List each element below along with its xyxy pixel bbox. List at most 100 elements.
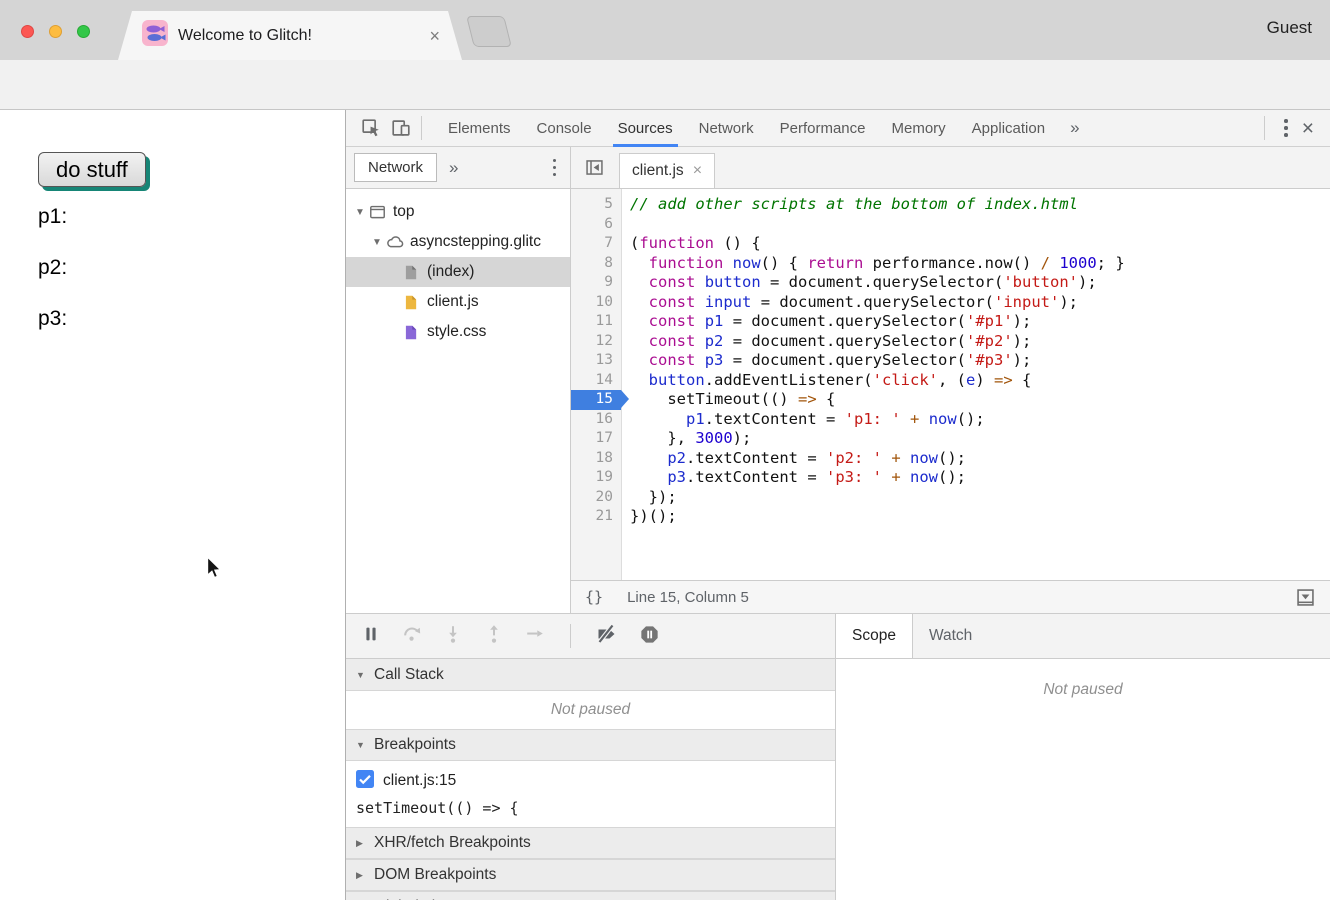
line-number[interactable]: 14 — [571, 371, 621, 391]
section-dom-breakpoints[interactable]: ▶DOM Breakpoints — [346, 859, 835, 891]
breakpoint-marker[interactable]: 15 — [571, 390, 621, 410]
editor-tab-label: client.js — [632, 162, 684, 180]
tree-item-style-css[interactable]: style.css — [346, 317, 570, 347]
tab-close-icon[interactable]: × — [429, 27, 440, 45]
tab-application[interactable]: Application — [959, 110, 1058, 147]
line-number[interactable]: 7 — [571, 234, 621, 254]
paragraph-p1: p1: — [38, 205, 67, 227]
line-number[interactable]: 12 — [571, 332, 621, 352]
tab-elements[interactable]: Elements — [435, 110, 524, 147]
pause-on-exceptions-icon[interactable] — [638, 623, 661, 650]
line-number[interactable]: 10 — [571, 293, 621, 313]
more-tabs-button[interactable]: » — [1058, 118, 1091, 138]
pause-script-icon[interactable] — [360, 623, 382, 649]
line-number[interactable]: 6 — [571, 215, 621, 235]
line-number[interactable]: 17 — [571, 429, 621, 449]
sidebar-more-tabs-button[interactable]: » — [449, 158, 458, 178]
tree-item-top[interactable]: ▼ top — [346, 197, 570, 227]
tree-item-label: top — [393, 203, 415, 221]
line-number[interactable]: 11 — [571, 312, 621, 332]
line-number[interactable]: 16 — [571, 410, 621, 430]
tree-item-client-js[interactable]: client.js — [346, 287, 570, 317]
close-window-button[interactable] — [21, 25, 34, 38]
code-text: const p2 = document.querySelector('#p2')… — [621, 332, 1031, 352]
step-into-icon[interactable] — [442, 623, 464, 649]
call-stack-section-header[interactable]: ▼ Call Stack — [346, 659, 835, 691]
cursor-position-label: Line 15, Column 5 — [627, 589, 749, 606]
maximize-window-button[interactable] — [77, 25, 90, 38]
inspect-element-icon[interactable] — [356, 113, 386, 143]
tab-performance[interactable]: Performance — [767, 110, 879, 147]
code-editor[interactable]: 5// add other scripts at the bottom of i… — [571, 189, 1330, 580]
sidebar-menu-icon[interactable] — [553, 159, 557, 177]
line-number[interactable]: 19 — [571, 468, 621, 488]
code-line: 20 }); — [571, 488, 1330, 508]
tab-sources[interactable]: Sources — [605, 110, 686, 147]
devtools-tabbar: ElementsConsoleSourcesNetworkPerformance… — [346, 110, 1330, 147]
code-text: const input = document.querySelector('in… — [621, 293, 1078, 313]
code-text: // add other scripts at the bottom of in… — [621, 195, 1078, 215]
code-text: })(); — [621, 507, 677, 527]
page-paragraphs: p1:p2:p3: — [38, 205, 67, 358]
code-text: (function () { — [621, 234, 761, 254]
browser-tab[interactable]: Welcome to Glitch! × — [118, 11, 462, 60]
tab-scope[interactable]: Scope — [836, 614, 913, 658]
toggle-navigator-icon[interactable] — [579, 153, 609, 183]
code-line: 6 — [571, 215, 1330, 235]
breakpoint-location[interactable]: client.js:15 — [383, 772, 456, 790]
devtools-menu-icon[interactable] — [1284, 119, 1288, 137]
code-text: }); — [621, 488, 677, 508]
expand-drawer-icon[interactable] — [1295, 587, 1316, 608]
new-tab-button[interactable] — [466, 16, 512, 47]
tree-item-asyncstepping-glitc[interactable]: ▼asyncstepping.glitc — [346, 227, 570, 257]
tab-title: Welcome to Glitch! — [178, 27, 419, 45]
code-line: 9 const button = document.querySelector(… — [571, 273, 1330, 293]
line-number[interactable]: 18 — [571, 449, 621, 469]
devtools-close-icon[interactable]: × — [1302, 118, 1320, 139]
pretty-print-icon[interactable]: {} — [585, 588, 603, 606]
tab-network-files[interactable]: Network — [354, 153, 437, 182]
device-toolbar-icon[interactable] — [386, 113, 416, 143]
file-tree: ▼ top ▼asyncstepping.glitc (index) client.js… — [346, 189, 570, 347]
step-icon[interactable] — [524, 623, 546, 649]
editor-tab-clientjs[interactable]: client.js × — [619, 153, 715, 188]
tab-watch[interactable]: Watch — [913, 614, 988, 658]
code-line: 18 p2.textContent = 'p2: ' + now(); — [571, 449, 1330, 469]
expand-icon: ▶ — [356, 870, 366, 881]
code-line: 11 const p1 = document.querySelector('#p… — [571, 312, 1330, 332]
step-out-icon[interactable] — [483, 623, 505, 649]
expander-icon[interactable]: ▼ — [369, 237, 385, 248]
call-stack-title: Call Stack — [374, 666, 444, 684]
code-line: 12 const p2 = document.querySelector('#p… — [571, 332, 1330, 352]
code-text: }, 3000); — [621, 429, 751, 449]
line-number[interactable]: 9 — [571, 273, 621, 293]
step-over-icon[interactable] — [401, 623, 423, 649]
code-line: 10 const input = document.querySelector(… — [571, 293, 1330, 313]
section-xhr-fetch-breakpoints[interactable]: ▶XHR/fetch Breakpoints — [346, 827, 835, 859]
tree-item-label: (index) — [427, 263, 474, 281]
line-number[interactable]: 5 — [571, 195, 621, 215]
code-line: 8 function now() { return performance.no… — [571, 254, 1330, 274]
line-number[interactable]: 20 — [571, 488, 621, 508]
file-purple-icon — [402, 323, 424, 342]
do-stuff-button[interactable]: do stuff — [38, 152, 146, 187]
code-text: const button = document.querySelector('b… — [621, 273, 1097, 293]
expander-icon[interactable]: ▼ — [352, 207, 368, 218]
tab-network[interactable]: Network — [686, 110, 767, 147]
breakpoint-checkbox[interactable] — [356, 770, 374, 792]
section-global-listeners[interactable]: ▶Global Listeners — [346, 891, 835, 900]
sources-sidebar: Network » ▼ top ▼asyncstepping.glitc (index… — [346, 147, 571, 613]
line-number[interactable]: 21 — [571, 507, 621, 527]
line-number[interactable]: 8 — [571, 254, 621, 274]
tab-console[interactable]: Console — [524, 110, 605, 147]
line-number[interactable]: 13 — [571, 351, 621, 371]
paragraph-p3: p3: — [38, 307, 67, 329]
profile-label[interactable]: Guest — [1267, 18, 1312, 38]
deactivate-breakpoints-icon[interactable] — [595, 622, 619, 650]
tab-memory[interactable]: Memory — [879, 110, 959, 147]
breakpoint-entry[interactable]: client.js:15 setTimeout(() => { — [346, 761, 835, 827]
breakpoints-section-header[interactable]: ▼ Breakpoints — [346, 729, 835, 761]
minimize-window-button[interactable] — [49, 25, 62, 38]
editor-tab-close-icon[interactable]: × — [693, 162, 702, 180]
tree-item--index-[interactable]: (index) — [346, 257, 570, 287]
